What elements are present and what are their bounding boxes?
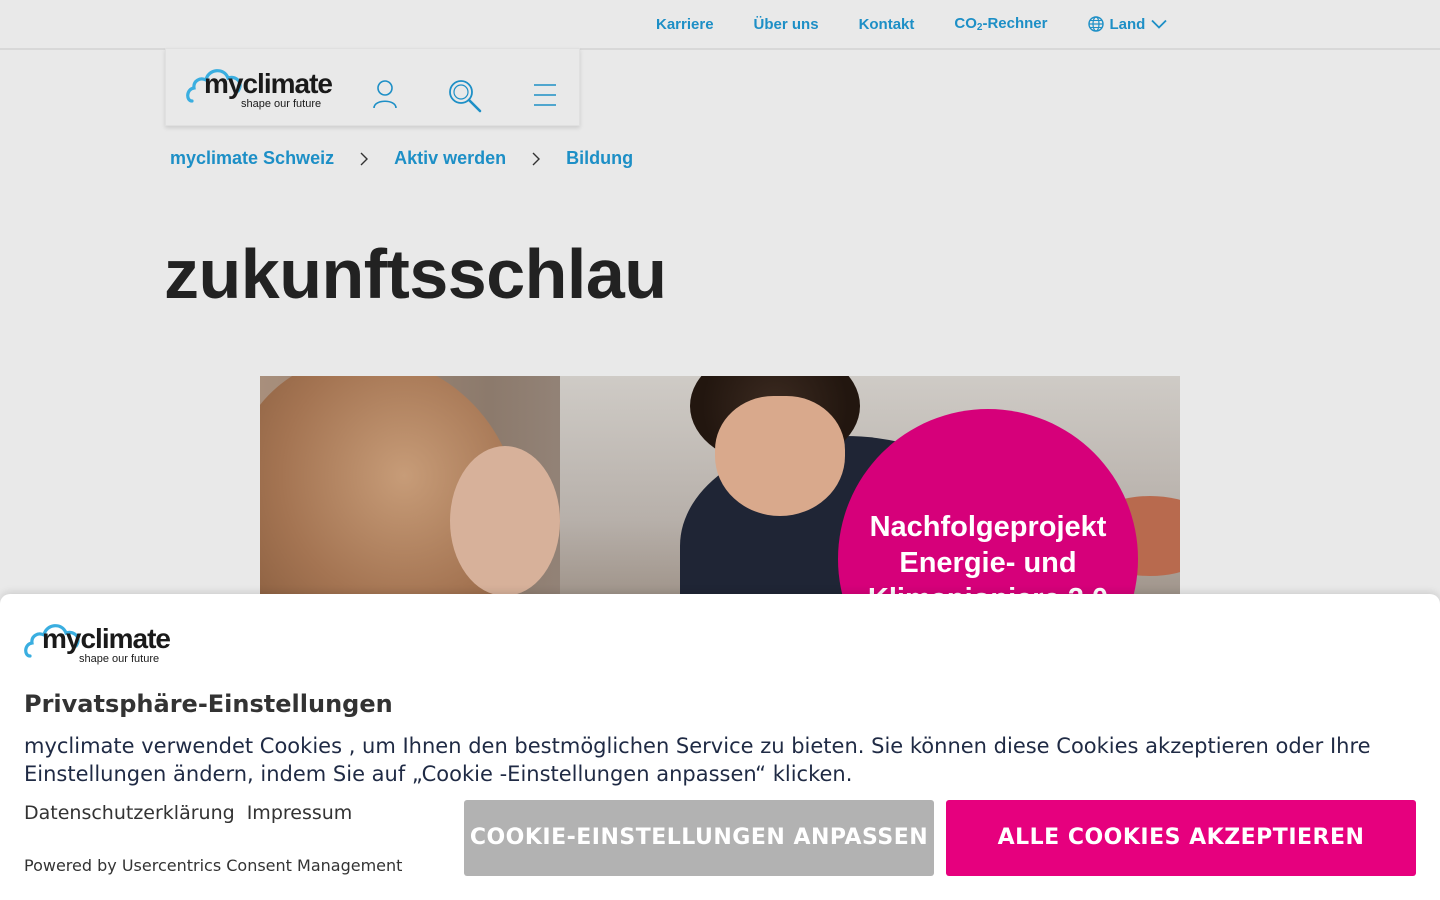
nav-link-ueber-uns[interactable]: Über uns xyxy=(754,16,819,33)
cookie-banner-heading: Privatsphäre-Einstellungen xyxy=(24,690,393,718)
cookie-banner-logo: myclimate shape our future xyxy=(24,618,171,668)
logo-tagline: shape our future xyxy=(241,98,322,110)
hero-image: Nachfolgeprojekt Energie- und Klimapioni… xyxy=(260,376,1180,616)
hero-person-right-face xyxy=(715,396,845,516)
cookie-banner-links: Datenschutzerklärung Impressum xyxy=(24,802,352,824)
country-selector[interactable]: Land xyxy=(1087,15,1168,33)
chevron-down-icon xyxy=(1151,19,1167,29)
cookie-consent-banner: myclimate shape our future Privatsphäre-… xyxy=(0,594,1440,900)
country-selector-label: Land xyxy=(1109,15,1146,33)
breadcrumb-item-myclimate-schweiz[interactable]: myclimate Schweiz xyxy=(170,148,334,169)
hero-person-left-face xyxy=(450,446,560,596)
utility-nav: Karriere Über uns Kontakt CO2-Rechner La… xyxy=(656,15,1167,33)
page-title: zukunftsschlau xyxy=(164,235,667,313)
nav-link-kontakt[interactable]: Kontakt xyxy=(859,16,915,33)
menu-icon[interactable] xyxy=(534,83,556,107)
top-utility-bar: Karriere Über uns Kontakt CO2-Rechner La… xyxy=(0,0,1440,50)
breadcrumb: myclimate Schweiz Aktiv werden Bildung xyxy=(170,148,633,169)
search-icon[interactable] xyxy=(448,79,482,113)
cookie-banner-text: myclimate verwendet Cookies , um Ihnen d… xyxy=(24,734,1371,786)
badge-line-2: Energie- und xyxy=(899,547,1077,579)
breadcrumb-item-bildung[interactable]: Bildung xyxy=(566,148,633,169)
cookie-settings-button[interactable]: COOKIE-EINSTELLUNGEN ANPASSEN xyxy=(464,800,934,876)
nav-link-co2-rechner[interactable]: CO2-Rechner xyxy=(954,15,1047,33)
logo-tagline: shape our future xyxy=(79,653,160,665)
powered-by-text: Powered by Usercentrics Consent Manageme… xyxy=(24,856,403,875)
accept-all-cookies-button[interactable]: ALLE COOKIES AKZEPTIEREN xyxy=(946,800,1416,876)
nav-link-karriere[interactable]: Karriere xyxy=(656,16,714,33)
imprint-link[interactable]: Impressum xyxy=(247,802,353,824)
globe-icon xyxy=(1087,16,1104,32)
user-icon[interactable] xyxy=(372,79,398,109)
logo-wordmark: myclimate xyxy=(42,623,171,654)
chevron-right-icon xyxy=(532,152,541,166)
myclimate-logo[interactable]: myclimate shape our future xyxy=(186,63,333,113)
site-header: myclimate shape our future xyxy=(165,48,580,126)
co2-suffix: -Rechner xyxy=(982,15,1048,32)
co2-prefix: CO xyxy=(954,15,977,32)
breadcrumb-item-aktiv-werden[interactable]: Aktiv werden xyxy=(394,148,506,169)
badge-line-1: Nachfolgeprojekt xyxy=(869,511,1107,543)
logo-wordmark: myclimate xyxy=(204,68,333,99)
privacy-policy-link[interactable]: Datenschutzerklärung xyxy=(24,802,235,824)
chevron-right-icon xyxy=(360,152,369,166)
